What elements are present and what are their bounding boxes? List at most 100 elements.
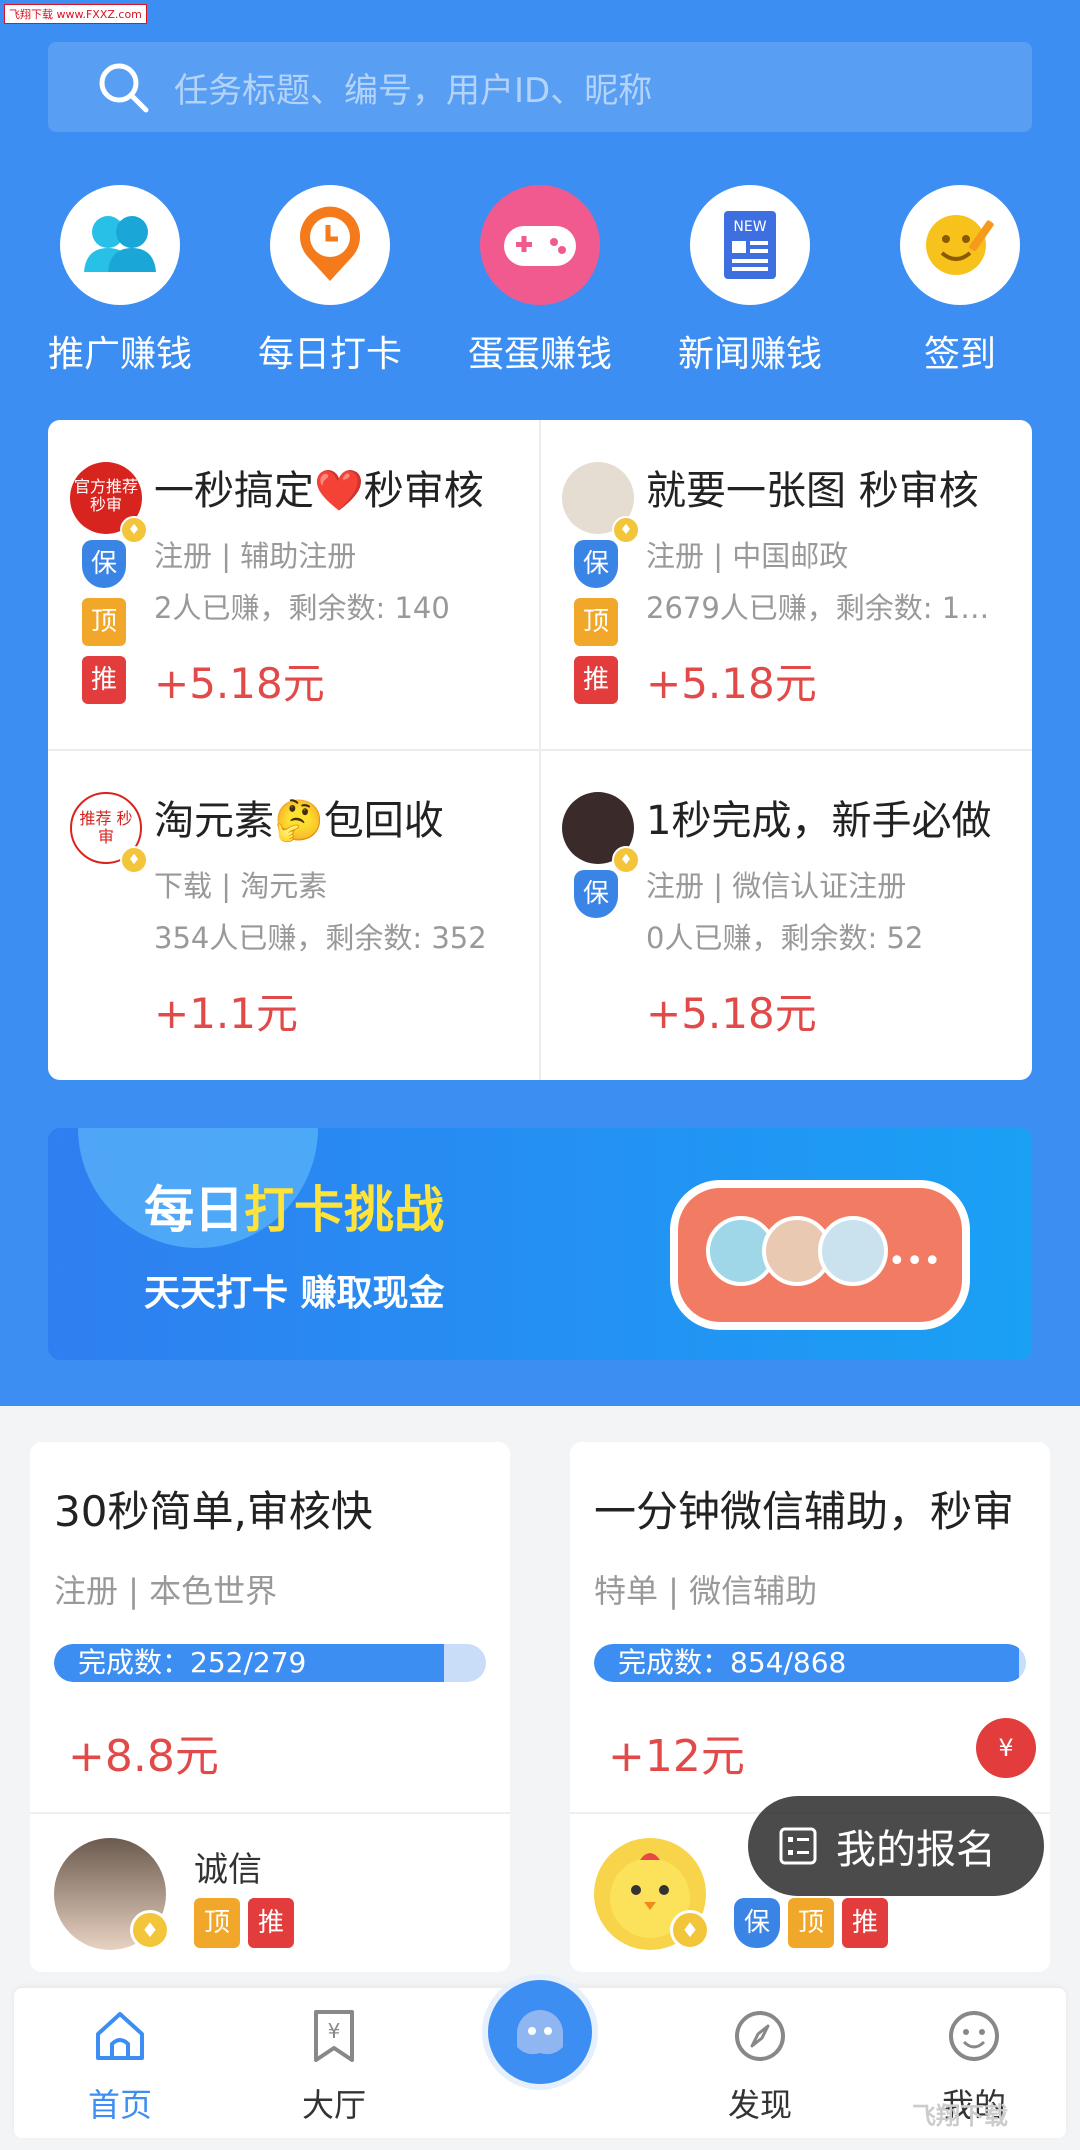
search-input[interactable]: 任务标题、编号，用户ID、昵称 <box>48 42 1032 132</box>
shortcut-daily-checkin[interactable]: 每日打卡 <box>230 185 430 377</box>
smiley-pen-icon <box>900 185 1020 305</box>
shortcut-egg[interactable]: 蛋蛋赚钱 <box>440 185 640 377</box>
tag-recommend: 推 <box>248 1898 294 1948</box>
tag-recommend: 推 <box>82 656 126 704</box>
task-price: +1.1元 <box>154 989 298 1038</box>
tag-guarantee: 保 <box>574 870 618 918</box>
search-placeholder: 任务标题、编号，用户ID、昵称 <box>174 70 653 111</box>
tab-label: 大厅 <box>301 2086 366 2124</box>
task-title: 一秒搞定❤️秒审核 <box>154 468 484 514</box>
avatar <box>818 1216 888 1286</box>
watermark-top: 飞翔下载 www.FXXZ.com <box>4 4 147 24</box>
divider <box>30 1812 510 1814</box>
task-item[interactable]: 官方推荐 秒审 ♦ 保 顶 推 一秒搞定❤️秒审核 注册 | 辅助注册 2人已赚… <box>48 420 540 750</box>
task-stats: 2679人已赚，剩余数: 1… <box>646 591 990 625</box>
task-tags: 保 <box>574 870 622 928</box>
tag-recommend: 推 <box>842 1898 888 1948</box>
user-tags: 保 顶 推 <box>734 1898 888 1948</box>
verified-badge-icon: ♦ <box>670 1910 710 1950</box>
verified-badge-icon: ♦ <box>120 846 148 874</box>
card-title: 30秒简单,审核快 <box>54 1487 373 1536</box>
tag-guarantee: 保 <box>82 540 126 588</box>
task-price: +5.18元 <box>154 659 325 708</box>
task-card[interactable]: 30秒简单,审核快 注册 | 本色世界 完成数：252/279 +8.8元 ♦ … <box>30 1442 510 1972</box>
smiley-icon <box>949 2011 999 2061</box>
search-icon <box>99 63 149 113</box>
tag-top: 顶 <box>788 1898 834 1948</box>
banner-subtitle: 天天打卡 赚取现金 <box>144 1273 445 1314</box>
chat-bubble-illustration: ••• <box>670 1180 970 1330</box>
task-title: 淘元素🤔包回收 <box>154 798 444 844</box>
task-tags: 保 顶 推 <box>574 540 622 714</box>
users-icon <box>60 185 180 305</box>
task-item[interactable]: ♦ 保 顶 推 就要一张图 秒审核 注册 | 中国邮政 2679人已赚，剩余数:… <box>540 420 1032 750</box>
progress-bar: 完成数：252/279 <box>54 1644 486 1682</box>
more-dots-icon: ••• <box>888 1244 942 1279</box>
task-category: 注册 | 辅助注册 <box>154 539 357 573</box>
tab-label: 首页 <box>87 2086 152 2124</box>
compass-icon <box>735 2011 785 2061</box>
tag-recommend: 推 <box>574 656 618 704</box>
banner-title: 每日打卡挑战 <box>144 1181 444 1239</box>
tag-guarantee: 保 <box>734 1898 780 1948</box>
task-item[interactable]: ♦ 保 1秒完成，新手必做 注册 | 微信认证注册 0人已赚，剩余数: 52 +… <box>540 750 1032 1080</box>
shortcut-news[interactable]: NEW 新闻赚钱 <box>650 185 850 377</box>
task-category: 注册 | 中国邮政 <box>646 539 849 573</box>
card-category: 注册 | 本色世界 <box>54 1572 278 1610</box>
news-icon: NEW <box>690 185 810 305</box>
tab-discover[interactable]: 发现 <box>680 2008 840 2126</box>
task-grid: 官方推荐 秒审 ♦ 保 顶 推 一秒搞定❤️秒审核 注册 | 辅助注册 2人已赚… <box>48 420 1032 1080</box>
watermark-bottom: 飞翔下载 <box>912 2102 1008 2130</box>
task-category: 下载 | 淘元素 <box>154 869 328 903</box>
task-tags: 保 顶 推 <box>82 540 130 714</box>
tag-top: 顶 <box>82 598 126 646</box>
tag-top: 顶 <box>574 598 618 646</box>
progress-text: 完成数：854/868 <box>618 1646 847 1679</box>
task-item[interactable]: 推荐 秒审 ♦ 淘元素🤔包回收 下载 | 淘元素 354人已赚，剩余数: 352… <box>48 750 540 1080</box>
task-price: +5.18元 <box>646 989 817 1038</box>
task-stats: 354人已赚，剩余数: 352 <box>154 921 487 955</box>
list-icon <box>779 1827 817 1865</box>
card-price: +12元 <box>608 1731 745 1782</box>
tag-top: 顶 <box>194 1898 240 1948</box>
task-stats: 2人已赚，剩余数: 140 <box>154 591 450 625</box>
shortcut-label: 新闻赚钱 <box>677 334 822 375</box>
user-tags: 顶 推 <box>194 1898 294 1948</box>
card-price: +8.8元 <box>68 1731 219 1782</box>
tab-home[interactable]: 首页 <box>40 2008 200 2126</box>
shortcut-promote[interactable]: 推广赚钱 <box>20 185 220 377</box>
progress-text: 完成数：252/279 <box>78 1646 307 1679</box>
shortcut-signin[interactable]: 签到 <box>860 185 1060 377</box>
center-action-button[interactable] <box>482 1974 598 2090</box>
svg-text:¥: ¥ <box>328 2019 341 2043</box>
task-price: +5.18元 <box>646 659 817 708</box>
shortcut-label: 签到 <box>923 334 996 375</box>
banner-title-highlight: 打卡挑战 <box>244 1181 444 1239</box>
bottom-tab-bar: 首页 ¥ 大厅 发现 我的 <box>14 1974 1066 2138</box>
user-name: 诚信 <box>194 1850 262 1890</box>
shortcut-label: 推广赚钱 <box>47 334 192 375</box>
tag-guarantee: 保 <box>574 540 618 588</box>
card-category: 特单 | 微信辅助 <box>594 1572 818 1610</box>
svg-text:NEW: NEW <box>733 219 766 235</box>
task-category: 注册 | 微信认证注册 <box>646 869 907 903</box>
verified-badge-icon: ♦ <box>130 1910 170 1950</box>
my-registration-label: 我的报名 <box>836 1827 996 1873</box>
red-packet-button[interactable]: ¥ <box>976 1718 1036 1778</box>
tab-hall[interactable]: ¥ 大厅 <box>254 2008 414 2126</box>
gamepad-icon <box>480 185 600 305</box>
bookmark-yen-icon: ¥ <box>314 2010 354 2062</box>
task-stats: 0人已赚，剩余数: 52 <box>646 921 924 955</box>
clock-pin-icon <box>270 185 390 305</box>
card-title: 一分钟微信辅助，秒审 <box>594 1487 1015 1536</box>
checkin-challenge-banner[interactable]: 每日打卡挑战 天天打卡 赚取现金 ••• <box>48 1128 1032 1360</box>
home-icon <box>96 2012 144 2060</box>
shortcut-label: 蛋蛋赚钱 <box>467 334 612 375</box>
task-title: 就要一张图 秒审核 <box>646 468 979 514</box>
ghost-icon <box>517 2010 563 2055</box>
tab-label: 发现 <box>727 2086 792 2124</box>
progress-bar: 完成数：854/868 <box>594 1644 1026 1682</box>
my-registration-button[interactable]: 我的报名 <box>748 1796 1044 1896</box>
shortcut-label: 每日打卡 <box>257 334 402 375</box>
task-title: 1秒完成，新手必做 <box>646 798 992 844</box>
